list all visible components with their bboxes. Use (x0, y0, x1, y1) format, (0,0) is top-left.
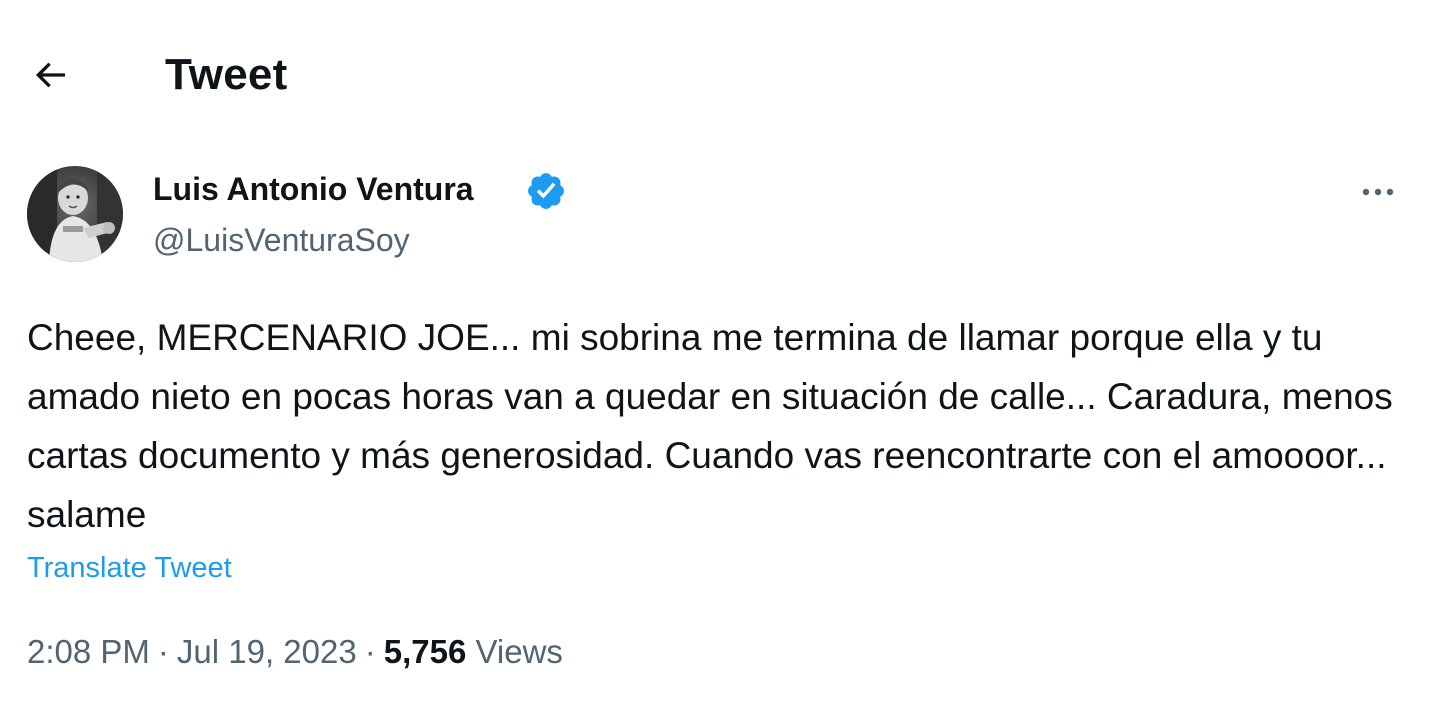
tweet-text: Cheee, MERCENARIO JOE... mi sobrina me t… (27, 317, 1393, 535)
page-title: Tweet (165, 50, 288, 99)
author-name[interactable]: Luis Antonio Ventura (153, 168, 474, 210)
arrow-left-icon (35, 62, 65, 88)
avatar[interactable] (27, 166, 123, 262)
views-count[interactable]: 5,756 (384, 633, 467, 670)
tweet-header: Tweet (0, 0, 1440, 150)
views-label: Views (475, 633, 563, 670)
more-options-icon (1362, 188, 1394, 196)
tweet-metadata: 2:08 PM · Jul 19, 2023 · 5,756 Views (27, 628, 563, 676)
tweet-date[interactable]: Jul 19, 2023 (177, 633, 357, 670)
tweet-time[interactable]: 2:08 PM (27, 633, 150, 670)
translate-tweet-link[interactable]: Translate Tweet (27, 548, 232, 588)
verified-badge-icon (528, 173, 564, 209)
separator: · (157, 633, 169, 670)
back-button[interactable] (22, 50, 78, 100)
separator: · (364, 633, 376, 670)
avatar-image (27, 166, 123, 262)
more-options-button[interactable] (1350, 172, 1406, 212)
author-handle[interactable]: @LuisVenturaSoy (153, 220, 410, 260)
